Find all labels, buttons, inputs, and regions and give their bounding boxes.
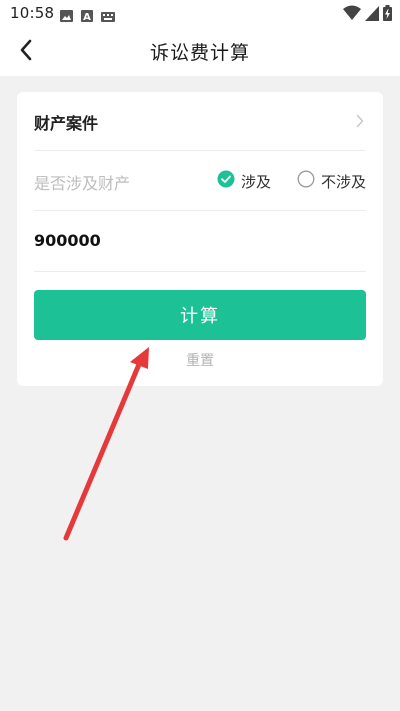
radio-option-not-involved[interactable]: 不涉及 <box>297 170 366 192</box>
status-system-icons <box>343 5 392 25</box>
reset-button[interactable]: 重置 <box>17 350 383 370</box>
checked-circle-icon <box>217 170 235 192</box>
keyboard-icon <box>101 7 115 26</box>
wifi-icon <box>343 5 361 25</box>
amount-row <box>34 211 366 272</box>
calculator-card: 财产案件 是否涉及财产 涉及 不涉及 900000 计算 重置 <box>17 92 383 386</box>
battery-charging-icon <box>383 5 392 25</box>
unchecked-circle-icon <box>297 170 315 192</box>
navigation-bar: 诉讼费计算 <box>0 28 400 76</box>
status-notification-icons: A <box>60 7 115 26</box>
property-radio-group: 涉及 不涉及 <box>217 170 366 192</box>
amount-input[interactable] <box>34 211 366 269</box>
status-bar: 10:58 A <box>0 0 400 28</box>
radio-option-involved[interactable]: 涉及 <box>217 170 271 192</box>
radio-label-not-involved: 不涉及 <box>320 172 366 191</box>
radio-label-involved: 涉及 <box>240 172 271 191</box>
chevron-right-icon <box>356 113 364 132</box>
property-involvement-row: 是否涉及财产 涉及 不涉及 <box>34 151 366 211</box>
case-type-selector[interactable]: 财产案件 <box>34 92 366 151</box>
page-title: 诉讼费计算 <box>149 42 250 64</box>
status-time: 10:58 <box>10 4 55 22</box>
case-type-label: 财产案件 <box>34 114 99 133</box>
calculate-button[interactable]: 计算 <box>34 290 366 340</box>
property-involvement-label: 是否涉及财产 <box>34 174 131 193</box>
signal-icon <box>365 5 379 25</box>
image-icon <box>60 7 73 26</box>
text-a-icon: A <box>81 7 93 26</box>
svg-text:A: A <box>83 12 91 22</box>
